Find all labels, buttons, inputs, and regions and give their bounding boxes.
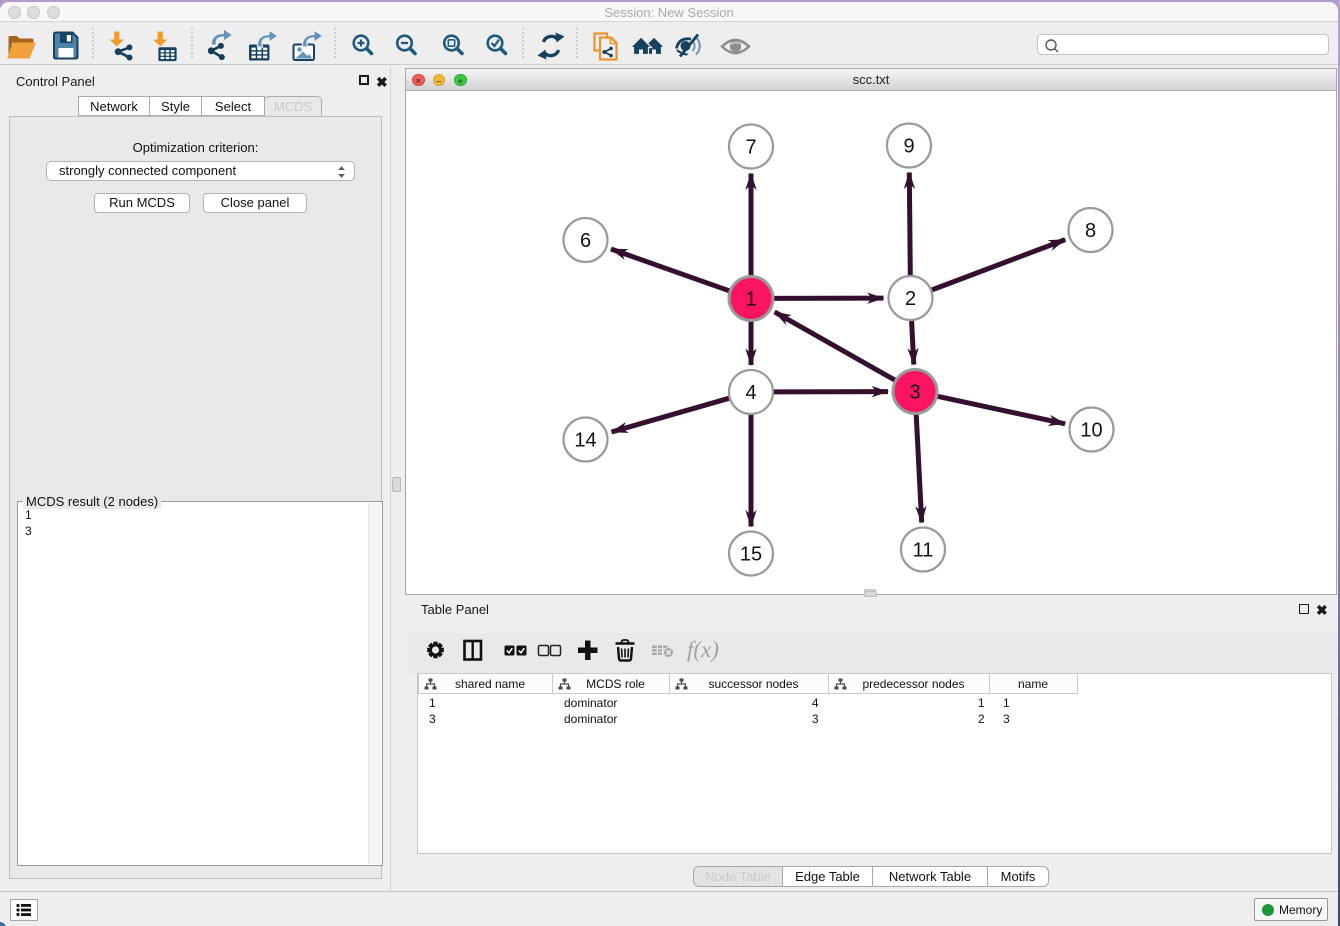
svg-text:2: 2 <box>905 288 916 310</box>
svg-text:9: 9 <box>903 135 914 157</box>
svg-text:15: 15 <box>740 543 762 565</box>
svg-text:3: 3 <box>909 381 920 403</box>
svg-text:6: 6 <box>580 230 591 252</box>
svg-text:f(x): f(x) <box>687 637 719 662</box>
svg-text:7: 7 <box>745 136 756 158</box>
svg-text:1: 1 <box>745 288 756 310</box>
svg-text:11: 11 <box>913 539 934 561</box>
svg-text:10: 10 <box>1080 419 1102 441</box>
svg-text:4: 4 <box>745 382 756 404</box>
svg-text:14: 14 <box>574 429 596 451</box>
svg-text:8: 8 <box>1085 220 1096 242</box>
